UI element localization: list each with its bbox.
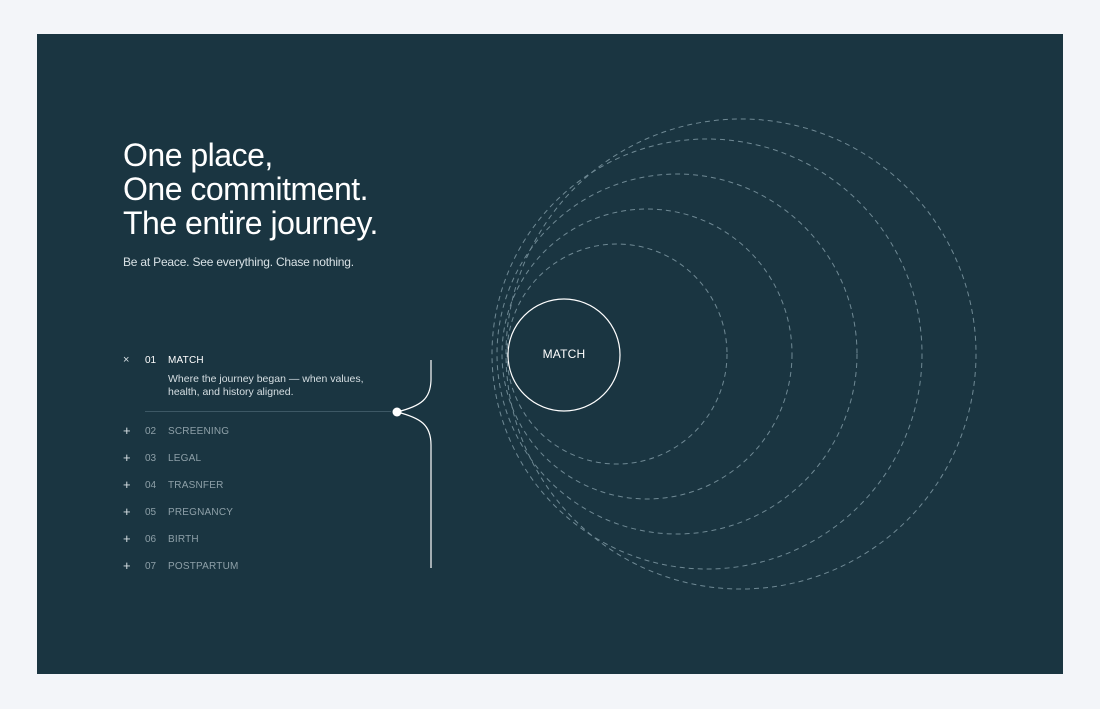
- step-number: 02: [145, 425, 157, 437]
- step-transfer[interactable]: + 04 TRASNFER: [123, 477, 224, 493]
- plus-icon[interactable]: +: [123, 531, 145, 547]
- step-number: 03: [145, 452, 157, 464]
- plus-icon[interactable]: +: [123, 558, 145, 574]
- plus-icon[interactable]: +: [123, 450, 145, 466]
- step-number: 06: [145, 533, 157, 545]
- step-divider: [145, 411, 391, 412]
- step-postpartum[interactable]: + 07 POSTPARTUM: [123, 558, 239, 574]
- match-circle-label: MATCH: [542, 347, 586, 361]
- step-pregnancy[interactable]: + 05 PREGNANCY: [123, 504, 233, 520]
- plus-icon[interactable]: +: [123, 477, 145, 493]
- step-number: 04: [145, 479, 157, 491]
- step-match[interactable]: × 01 MATCH: [123, 352, 204, 368]
- close-icon[interactable]: ×: [123, 352, 145, 368]
- step-birth[interactable]: + 06 BIRTH: [123, 531, 199, 547]
- step-screening[interactable]: + 02 SCREENING: [123, 423, 229, 439]
- plus-icon[interactable]: +: [123, 423, 145, 439]
- step-label: BIRTH: [168, 533, 199, 545]
- step-label: TRASNFER: [168, 479, 224, 491]
- hero-panel: One place, One commitment. The entire jo…: [37, 34, 1063, 674]
- step-label: POSTPARTUM: [168, 560, 239, 572]
- step-label: SCREENING: [168, 425, 230, 437]
- step-number: 01: [145, 354, 157, 366]
- step-legal[interactable]: + 03 LEGAL: [123, 450, 201, 466]
- plus-icon[interactable]: +: [123, 504, 145, 520]
- step-label: MATCH: [168, 354, 204, 366]
- step-number: 05: [145, 506, 157, 518]
- step-number: 07: [145, 560, 157, 572]
- timeline-marker[interactable]: [392, 407, 402, 417]
- timeline-line: [396, 360, 432, 568]
- step-description: Where the journey began — when values, h…: [168, 373, 364, 398]
- step-label: LEGAL: [168, 452, 202, 464]
- step-label: PREGNANCY: [168, 506, 234, 518]
